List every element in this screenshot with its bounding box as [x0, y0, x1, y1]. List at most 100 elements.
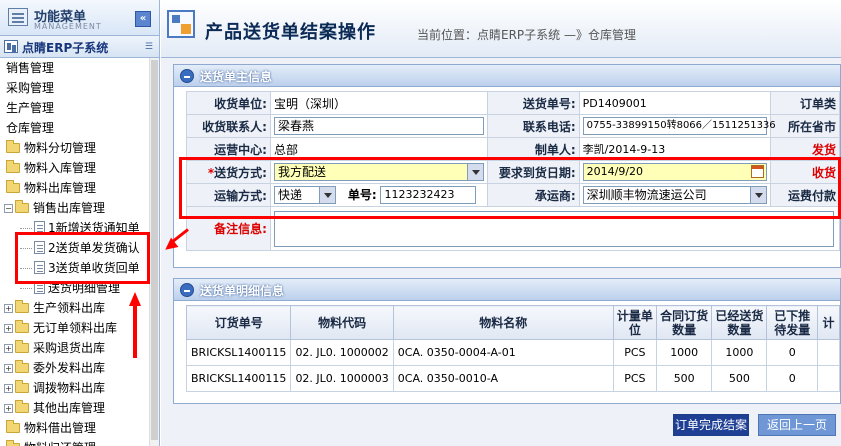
- sidebar-item[interactable]: − 销售出库管理: [0, 198, 150, 218]
- sidebar-item[interactable]: + 生产领料出库: [0, 298, 150, 318]
- table-row[interactable]: BRICKSL1400115 02. JL0. 1000003 0CA. 0350-…: [185, 365, 840, 392]
- sidebar-item-label: 生产领料出库: [33, 301, 106, 315]
- arrow-up-icon: [129, 292, 141, 306]
- sidebar-item[interactable]: + 采购退货出库: [0, 338, 150, 358]
- back-button[interactable]: 返回上一页: [758, 414, 836, 436]
- page-header: 产品送货单结案操作 当前位置：点睛ERP子系统 —》仓库管理: [161, 0, 841, 58]
- sidebar-item[interactable]: 物料归还管理: [0, 438, 150, 446]
- expand-icon[interactable]: +: [4, 404, 13, 413]
- sidebar-item[interactable]: 物料入库管理: [0, 158, 150, 178]
- folder-icon: [15, 300, 29, 313]
- tree-connector: [20, 228, 32, 229]
- table-cell: 02. JL0. 1000002: [290, 339, 394, 366]
- collapse-sidebar-button[interactable]: «: [135, 11, 151, 27]
- app-window: 功能菜单 MANAGEMENT « 点睛ERP子系统 ☰ 销售管理采购管理生产管…: [0, 0, 841, 446]
- sidebar-item-label: 销售管理: [6, 61, 55, 75]
- table-cell: BRICKSL1400115: [185, 365, 292, 392]
- column-header[interactable]: 计: [817, 305, 840, 340]
- sidebar-item-label: 仓库管理: [6, 121, 55, 135]
- sidebar-item-label: 物料借出管理: [24, 421, 97, 435]
- form-label: 联系电话:: [486, 114, 580, 138]
- table-cell: 0: [766, 339, 819, 366]
- contact-cell: 梁春燕: [269, 114, 488, 138]
- panel-toggle-icon[interactable]: [180, 69, 194, 83]
- breadcrumb: 当前位置：点睛ERP子系统 —》仓库管理: [417, 28, 636, 42]
- column-header[interactable]: 物料代码: [290, 305, 394, 340]
- folder-icon: [15, 320, 29, 333]
- table-cell: BRICKSL1400115: [185, 339, 292, 366]
- collapse-icon[interactable]: −: [4, 204, 13, 213]
- detail-panel-header: 送货单明细信息: [174, 279, 840, 301]
- scrollbar-thumb[interactable]: [151, 60, 158, 440]
- system-label: 点睛ERP子系统: [22, 41, 109, 55]
- form-label: 所在省市: [769, 114, 841, 138]
- sidebar-item[interactable]: 仓库管理: [0, 118, 150, 138]
- sidebar-item[interactable]: 生产管理: [0, 98, 150, 118]
- expand-icon[interactable]: +: [4, 324, 13, 333]
- complete-order-button[interactable]: 订单完成结案: [673, 414, 749, 436]
- table-cell: 0CA. 0350-0004-A-01: [392, 339, 614, 366]
- table-cell: 02. JL0. 1000003: [290, 365, 394, 392]
- sidebar-item-label: 销售出库管理: [33, 201, 106, 215]
- main-content: 产品送货单结案操作 当前位置：点睛ERP子系统 —》仓库管理 送货单主信息 收货…: [161, 0, 841, 446]
- sidebar-item[interactable]: 销售管理: [0, 58, 150, 78]
- expand-icon[interactable]: +: [4, 304, 13, 313]
- tree-connector: [20, 288, 32, 289]
- form-label: 收货联系人:: [186, 114, 271, 138]
- panel-toggle-icon[interactable]: [180, 283, 194, 297]
- sidebar-item-label: 委外发料出库: [33, 361, 106, 375]
- form-label: 收货单位:: [186, 91, 271, 115]
- sidebar-item[interactable]: + 无订单领料出库: [0, 318, 150, 338]
- sidebar-item-label: 其他出库管理: [33, 401, 106, 415]
- system-header[interactable]: 点睛ERP子系统 ☰: [0, 36, 159, 58]
- sidebar-item-label: 物料出库管理: [24, 181, 97, 195]
- sidebar-item-label: 采购退货出库: [33, 341, 106, 355]
- expand-icon[interactable]: +: [4, 364, 13, 373]
- delivery-no-value: PD1409001: [578, 91, 771, 115]
- sidebar-item[interactable]: + 调拨物料出库: [0, 378, 150, 398]
- highlight-box-form: [179, 157, 841, 219]
- grip-icon: ☰: [144, 42, 153, 52]
- folder-icon: [6, 160, 20, 173]
- contact-input[interactable]: 梁春燕: [273, 117, 484, 135]
- table-cell: 500: [711, 365, 768, 392]
- column-header[interactable]: 已经送货数量: [711, 305, 768, 340]
- phone-input[interactable]: 0755-33899150转8066／1511251336: [582, 117, 776, 135]
- column-header[interactable]: 已下推待发量: [766, 305, 819, 340]
- folder-icon: [6, 180, 20, 193]
- column-header[interactable]: 物料名称: [392, 305, 614, 340]
- main-info-title: 送货单主信息: [200, 70, 273, 84]
- folder-icon: [15, 200, 29, 213]
- expand-icon[interactable]: +: [4, 344, 13, 353]
- table-cell: [817, 339, 840, 366]
- expand-icon[interactable]: +: [4, 384, 13, 393]
- sidebar-item-label: 采购管理: [6, 81, 55, 95]
- column-header[interactable]: 合同订货数量: [656, 305, 713, 340]
- sidebar-item[interactable]: 物料出库管理: [0, 178, 150, 198]
- form-row: 收货单位: 宝明（深圳） 送货单号: PD1409001 订单类: [186, 91, 841, 115]
- folder-icon: [15, 340, 29, 353]
- sidebar-item[interactable]: + 其他出库管理: [0, 398, 150, 418]
- sidebar-item[interactable]: 采购管理: [0, 78, 150, 98]
- sidebar-header: 功能菜单 MANAGEMENT «: [0, 0, 159, 36]
- table-header-row: 订货单号 物料代码 物料名称 计量单位 合同订货数量 已经送货数量 已下推待发量计: [185, 305, 840, 340]
- sidebar-item-label: 物料分切管理: [24, 141, 97, 155]
- column-header[interactable]: 计量单位: [612, 305, 658, 340]
- table-row[interactable]: BRICKSL1400115 02. JL0. 1000002 0CA. 0350-…: [185, 339, 840, 366]
- sidebar-item[interactable]: + 委外发料出库: [0, 358, 150, 378]
- folder-icon: [6, 140, 20, 153]
- form-row: 收货联系人: 梁春燕 联系电话: 0755-33899150转8066／1511…: [186, 114, 841, 138]
- phone-cell: 0755-33899150转8066／1511251336: [578, 114, 776, 138]
- page-title: 产品送货单结案操作: [205, 22, 376, 43]
- sidebar-scrollbar[interactable]: [149, 58, 159, 446]
- folder-icon: [6, 420, 20, 433]
- receiver-unit-value: 宝明（深圳）: [269, 91, 488, 115]
- sidebar-item[interactable]: 物料借出管理: [0, 418, 150, 438]
- folder-icon: [15, 380, 29, 393]
- detail-panel: 送货单明细信息 订货单号 物料代码 物料名称 计量单位 合同订货数量 已经送货数量 已下推待…: [173, 278, 841, 404]
- column-header[interactable]: 订货单号: [185, 305, 292, 340]
- form-label: 送货单号:: [486, 91, 580, 115]
- sidebar-item[interactable]: 物料分切管理: [0, 138, 150, 158]
- detail-title: 送货单明细信息: [200, 284, 285, 298]
- table-cell: 500: [656, 365, 713, 392]
